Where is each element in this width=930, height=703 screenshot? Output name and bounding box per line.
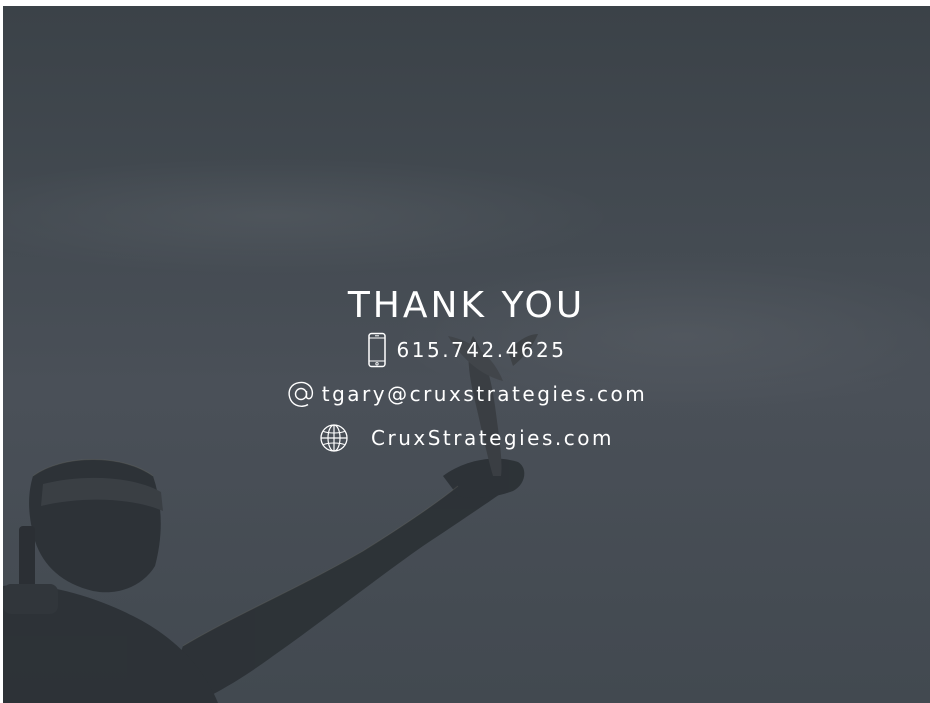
phone-row: 615.742.4625	[3, 328, 930, 372]
phone-number[interactable]: 615.742.4625	[397, 338, 567, 362]
website-link[interactable]: CruxStrategies.com	[371, 426, 614, 450]
thank-you-slide: THANK YOU 615.742.4625 tgary@cruxstrateg…	[3, 6, 930, 703]
contact-block: THANK YOU 615.742.4625 tgary@cruxstrateg…	[3, 284, 930, 460]
email-row: tgary@cruxstrategies.com	[3, 372, 930, 416]
phone-icon	[367, 332, 387, 368]
page-title: THANK YOU	[347, 285, 586, 326]
email-address[interactable]: tgary@cruxstrategies.com	[322, 382, 648, 406]
website-row: CruxStrategies.com	[3, 416, 930, 460]
globe-icon	[319, 423, 349, 453]
at-sign-icon	[286, 379, 316, 409]
